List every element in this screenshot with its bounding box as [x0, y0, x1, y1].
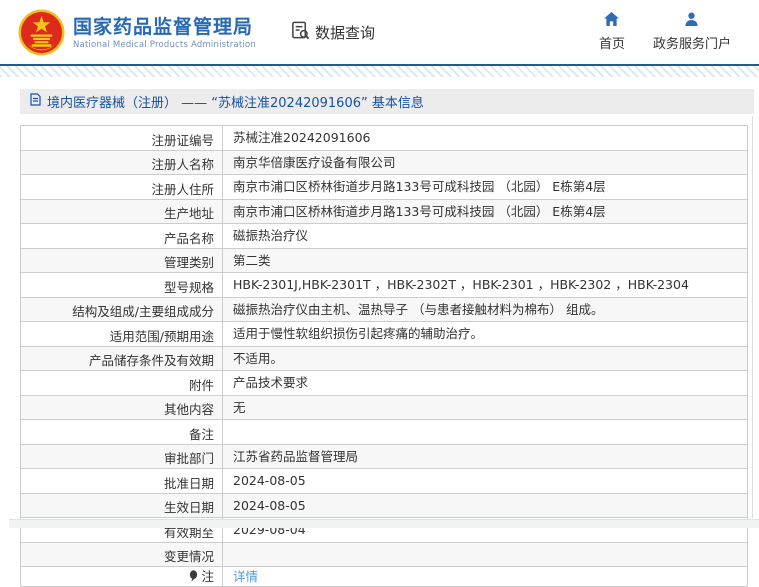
- footer-band: [9, 519, 759, 528]
- table-row: 注册人住所 南京市浦口区桥林街道步月路133号可成科技园 （北园） E栋第4层: [20, 174, 748, 200]
- row-value: 产品技术要求: [222, 370, 748, 396]
- breadcrumb-text: 境内医疗器械（注册） —— “苏械注准20242091606” 基本信息: [47, 96, 424, 111]
- table-row: 其他内容 无: [20, 394, 748, 420]
- breadcrumb: 境内医疗器械（注册） —— “苏械注准20242091606” 基本信息: [20, 89, 754, 114]
- table-row: 产品储存条件及有效期 不适用。: [20, 345, 748, 371]
- row-value: 磁振热治疗仪: [222, 223, 748, 249]
- registration-info-table: 注册证编号 苏械注准20242091606 注册人名称 南京华倍康医疗设备有限公…: [20, 125, 748, 587]
- data-query-icon: [290, 20, 311, 45]
- decorative-hatch-band: [0, 66, 759, 77]
- row-value: 磁振热治疗仪由主机、温热导子 （与患者接触材料为棉布） 组成。: [222, 296, 748, 322]
- row-label: 结构及组成/主要组成成分: [20, 296, 223, 322]
- nav-gov-portal[interactable]: 政务服务门户: [653, 12, 731, 52]
- nav-home-label: 首页: [598, 37, 625, 52]
- document-icon: [30, 93, 41, 110]
- data-query-link[interactable]: 数据查询: [290, 20, 375, 45]
- table-row: 注 详情: [20, 566, 748, 587]
- org-name-cn: 国家药品监督管理局: [73, 15, 254, 38]
- row-label: 型号规格: [20, 272, 223, 298]
- nav-gov-portal-label: 政务服务门户: [652, 37, 731, 52]
- national-emblem-logo: [18, 8, 65, 56]
- note-balloon-icon: [189, 570, 198, 582]
- row-label: 注: [20, 566, 223, 587]
- table-row: 产品名称 磁振热治疗仪: [20, 223, 748, 249]
- org-name-en: National Medical Products Administration: [73, 39, 256, 50]
- table-row: 生产地址 南京市浦口区桥林街道步月路133号可成科技园 （北园） E栋第4层: [20, 198, 748, 224]
- table-row: 批准日期 2024-08-05: [20, 468, 748, 494]
- row-label: 批准日期: [20, 468, 223, 494]
- row-label: 备注: [20, 419, 223, 445]
- row-value: 南京市浦口区桥林街道步月路133号可成科技园 （北园） E栋第4层: [222, 198, 748, 224]
- row-value: 苏械注准20242091606: [222, 125, 748, 151]
- site-header: 国家药品监督管理局 National Medical Products Admi…: [0, 0, 759, 64]
- row-label: 产品名称: [20, 223, 223, 249]
- row-value: 详情: [222, 566, 748, 587]
- row-label: 产品储存条件及有效期: [20, 345, 223, 371]
- row-value: HBK-2301J,HBK-2301T ，HBK-2302T ，HBK-2301…: [222, 272, 748, 298]
- row-label: 适用范围/预期用途: [20, 321, 223, 347]
- row-value: 无: [222, 394, 748, 420]
- row-value: 2024-08-05: [222, 468, 748, 494]
- right-edge-rule: [752, 116, 753, 518]
- table-row: 注册证编号 苏械注准20242091606: [20, 125, 748, 151]
- user-icon: [684, 12, 699, 30]
- table-row: 审批部门 江苏省药品监督管理局: [20, 443, 748, 469]
- row-value: 第二类: [222, 247, 748, 273]
- row-value: 南京市浦口区桥林街道步月路133号可成科技园 （北园） E栋第4层: [222, 174, 748, 200]
- table-row: 生效日期 2024-08-05: [20, 492, 748, 518]
- row-label: 生效日期: [20, 492, 223, 518]
- row-value: 南京华倍康医疗设备有限公司: [222, 149, 748, 175]
- row-value: 适用于慢性软组织损伤引起疼痛的辅助治疗。: [222, 321, 748, 347]
- row-value: [222, 419, 748, 445]
- row-label: 注册人住所: [20, 174, 223, 200]
- row-value: 不适用。: [222, 345, 748, 371]
- header-nav: 首页 政务服务门户: [599, 12, 731, 52]
- table-row: 备注: [20, 419, 748, 445]
- row-label: 其他内容: [20, 394, 223, 420]
- row-label: 审批部门: [20, 443, 223, 469]
- row-label: 管理类别: [20, 247, 223, 273]
- table-row: 适用范围/预期用途 适用于慢性软组织损伤引起疼痛的辅助治疗。: [20, 321, 748, 347]
- table-row: 变更情况: [20, 541, 748, 567]
- table-row: 结构及组成/主要组成成分 磁振热治疗仪由主机、温热导子 （与患者接触材料为棉布）…: [20, 296, 748, 322]
- table-row: 管理类别 第二类: [20, 247, 748, 273]
- row-label: 附件: [20, 370, 223, 396]
- row-value: [222, 541, 748, 567]
- nav-home[interactable]: 首页: [599, 12, 625, 52]
- data-query-label: 数据查询: [315, 23, 376, 42]
- table-row: 型号规格 HBK-2301J,HBK-2301T ，HBK-2302T ，HBK…: [20, 272, 748, 298]
- nmpa-brand: 国家药品监督管理局 National Medical Products Admi…: [18, 8, 256, 56]
- row-value: 江苏省药品监督管理局: [222, 443, 748, 469]
- home-icon: [604, 12, 620, 30]
- detail-link[interactable]: 详情: [233, 569, 258, 584]
- row-label: 注册证编号: [20, 125, 223, 151]
- row-label: 生产地址: [20, 198, 223, 224]
- row-label: 变更情况: [20, 541, 223, 567]
- row-value: 2024-08-05: [222, 492, 748, 518]
- table-row: 注册人名称 南京华倍康医疗设备有限公司: [20, 149, 748, 175]
- table-row: 附件 产品技术要求: [20, 370, 748, 396]
- row-label: 注册人名称: [20, 149, 223, 175]
